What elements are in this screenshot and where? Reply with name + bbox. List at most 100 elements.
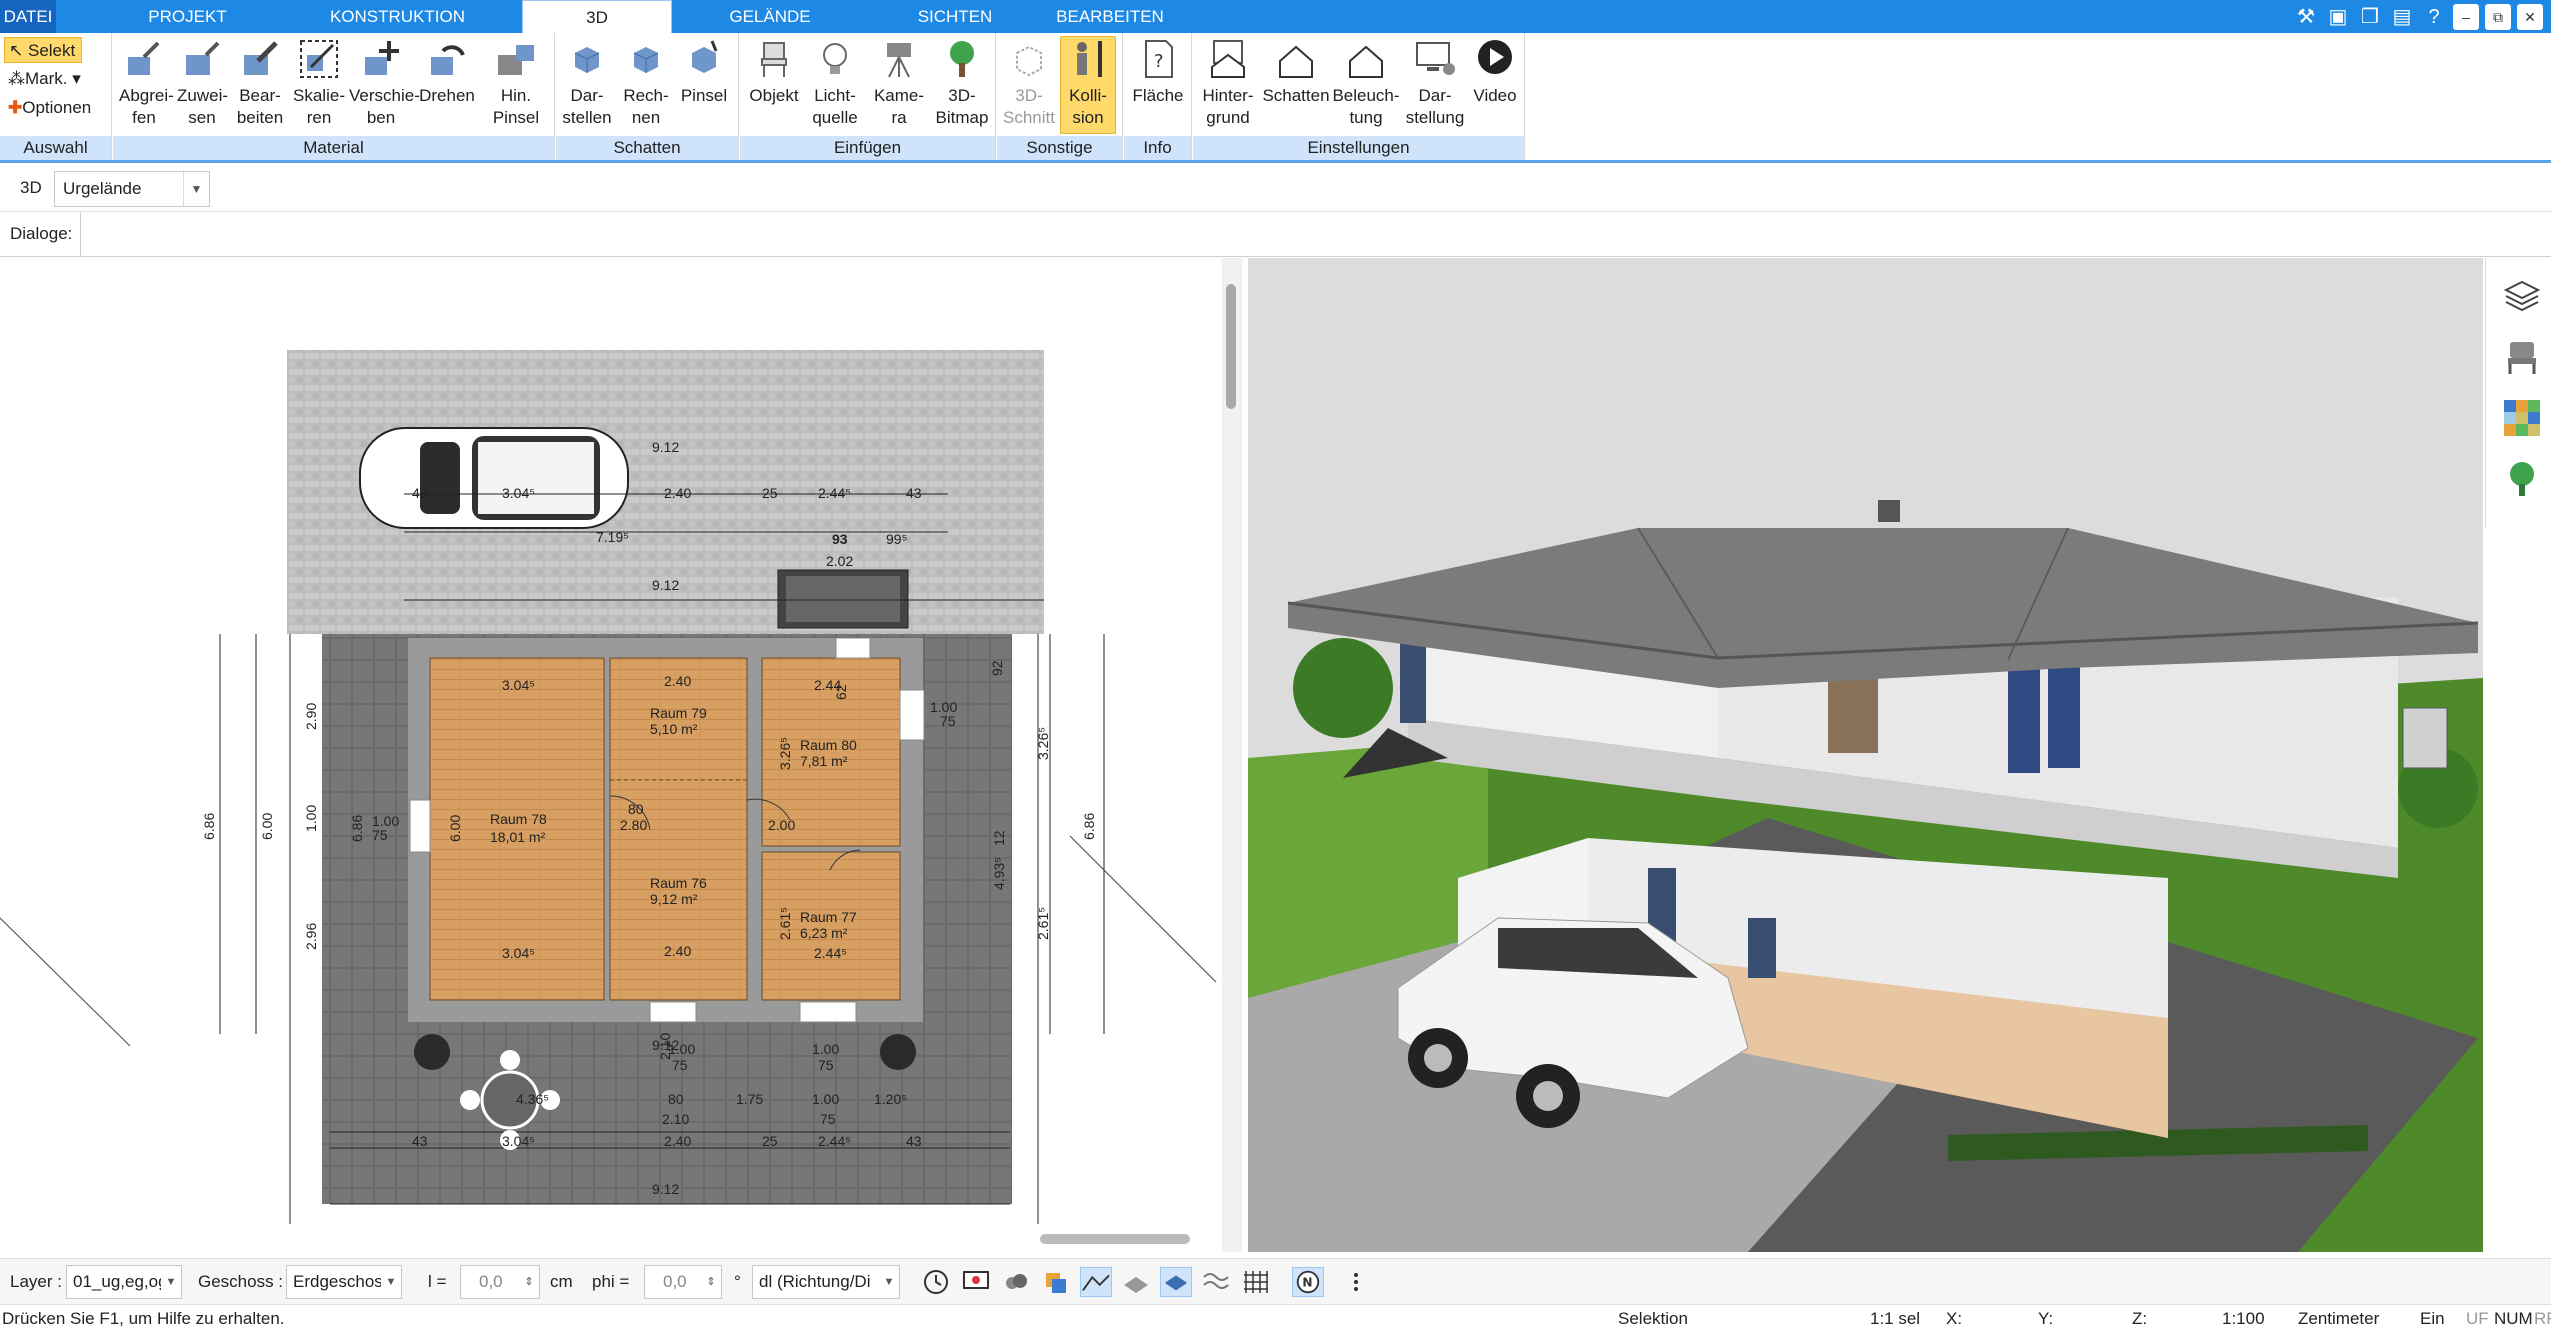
3d-render[interactable]: [1248, 258, 2483, 1252]
north-icon[interactable]: N: [1292, 1267, 1324, 1297]
dim-7195: 7.19⁵: [596, 529, 629, 545]
3d-bitmap-l2: Bitmap: [935, 108, 989, 127]
layers-icon[interactable]: [2502, 276, 2542, 316]
inner-200: 2.00: [768, 817, 795, 833]
dl-combo[interactable]: dl (Richtung/Di ▼: [752, 1265, 900, 1299]
waves-icon[interactable]: [1200, 1267, 1232, 1297]
objekt-button[interactable]: Objekt: [746, 37, 802, 107]
geschoss-combo[interactable]: Erdgeschoss ▼: [286, 1265, 402, 1299]
optionen-button[interactable]: ✚Optionen: [4, 95, 97, 121]
restore-button[interactable]: ⧉: [2485, 3, 2511, 30]
drehen-button[interactable]: Drehen: [419, 37, 475, 107]
tab-bearbeiten[interactable]: BEARBEITEN: [1050, 0, 1170, 33]
abgreifen-l2: fen: [132, 108, 156, 127]
zuweisen-l1: Zuwei-: [177, 86, 229, 105]
darstellung-l1: Dar-: [1418, 86, 1452, 105]
inner-12: 12: [991, 830, 1007, 846]
dim-2445: 2.44⁵: [818, 485, 851, 501]
close-button[interactable]: ✕: [2517, 3, 2543, 30]
mark-button[interactable]: ⁂Mark. ▾: [4, 66, 87, 92]
rotate-icon: [431, 45, 465, 75]
chevron-down-icon: ▼: [183, 172, 209, 206]
spinner-icon[interactable]: ⇕: [519, 1266, 539, 1298]
inner-75b: 75: [940, 713, 956, 729]
status-bar: Drücken Sie F1, um Hilfe zu erhalten. Se…: [0, 1304, 2551, 1331]
schatten-pinsel-button[interactable]: Pinsel: [678, 37, 730, 107]
einst-schatten-button[interactable]: Schatten: [1261, 37, 1331, 107]
lichtquelle-button[interactable]: Licht-quelle ▾: [806, 37, 864, 151]
flaeche-button[interactable]: ? Fläche: [1132, 37, 1184, 107]
materials-icon[interactable]: [2502, 398, 2542, 438]
window[interactable]: [649, 1001, 697, 1023]
l-input[interactable]: 0,0 ⇕: [460, 1265, 540, 1299]
selekt-button[interactable]: ↖ Selekt: [4, 37, 83, 63]
cube-calc-icon: [633, 47, 659, 73]
darstellung-button[interactable]: Dar-stellung: [1403, 37, 1467, 129]
horizontal-scrollbar[interactable]: [1040, 1234, 1190, 1244]
zuweisen-button[interactable]: Zuwei-sen: [177, 37, 229, 129]
terrain-combo[interactable]: Urgelände ▼: [54, 171, 210, 207]
monitor-icon[interactable]: [960, 1267, 992, 1297]
more-icon[interactable]: [1340, 1267, 1372, 1297]
color-layers-icon[interactable]: [1040, 1267, 1072, 1297]
corr-100b: 1.00: [812, 1041, 839, 1057]
spinner-icon[interactable]: ⇕: [701, 1266, 721, 1298]
skalieren-button[interactable]: Skalie-ren: [293, 37, 345, 129]
corr-75: 75: [672, 1057, 688, 1073]
texture-icon[interactable]: [1120, 1267, 1152, 1297]
minimize-button[interactable]: –: [2453, 3, 2479, 30]
tab-gelaende[interactable]: GELÄNDE: [720, 0, 820, 33]
status-x: X:: [1946, 1309, 1963, 1328]
3d-bitmap-button[interactable]: 3D- Bitmap: [934, 37, 990, 129]
vertical-scrollbar[interactable]: [1222, 258, 1242, 1252]
phi-input[interactable]: 0,0 ⇕: [644, 1265, 722, 1299]
help-icon[interactable]: ?: [2421, 4, 2447, 30]
beleuchtung-button[interactable]: Beleuch-tung: [1331, 37, 1401, 129]
video-button[interactable]: Video: [1469, 37, 1521, 107]
room77-bottom-dim: 2.44⁵: [814, 945, 847, 961]
group-label-einfuegen: Einfügen: [740, 136, 995, 160]
window[interactable]: [899, 689, 925, 741]
3d-schnitt-button[interactable]: 3D- Schnitt: [1001, 37, 1057, 129]
tree-panel-icon[interactable]: [2502, 458, 2542, 498]
plane-icon[interactable]: [1160, 1267, 1192, 1297]
hin-pinsel-button[interactable]: Hin. Pinsel: [491, 37, 541, 129]
hintergrund-button[interactable]: Hinter-grund: [1197, 37, 1259, 129]
layout-icon[interactable]: ▣: [2325, 4, 2351, 30]
copy-icon[interactable]: ❐: [2357, 4, 2383, 30]
floor-plan-canvas[interactable]: 9.12 2.40 25 2.44⁵ 43 43 3.04⁵ 7.19⁵ 93 …: [0, 258, 1222, 1252]
car-top-view[interactable]: [359, 427, 629, 529]
tab-3d[interactable]: 3D: [522, 0, 672, 33]
abgreifen-button[interactable]: Abgrei-fen: [119, 37, 174, 129]
kollision-button[interactable]: Kolli-sion: [1060, 36, 1116, 134]
phi-label: phi =: [592, 1272, 630, 1291]
tools-icon[interactable]: ⚒: [2293, 4, 2319, 30]
tab-projekt[interactable]: PROJEKT: [140, 0, 235, 33]
schatten-darstellen-button[interactable]: Dar-stellen: [562, 37, 612, 129]
tab-sichten[interactable]: SICHTEN: [900, 0, 1010, 33]
shadow-house-icon: [1279, 45, 1313, 78]
verschieben-button[interactable]: Verschie-ben: [349, 37, 420, 129]
cloud-icon[interactable]: [1000, 1267, 1032, 1297]
furniture-icon[interactable]: [2502, 336, 2542, 376]
door[interactable]: [835, 637, 871, 659]
schatten-rechnen-button[interactable]: Rech-nen: [621, 37, 671, 129]
tab-datei[interactable]: DATEI: [0, 0, 56, 33]
left-600: 6.00: [259, 813, 275, 840]
flaeche-l1: Fläche: [1132, 86, 1184, 105]
pinsel-l1: Pinsel: [680, 86, 728, 105]
clock-icon[interactable]: [920, 1267, 952, 1297]
window[interactable]: [799, 1001, 857, 1023]
window[interactable]: [409, 799, 431, 853]
floor-plan-view[interactable]: 9.12 2.40 25 2.44⁵ 43 43 3.04⁵ 7.19⁵ 93 …: [0, 258, 1222, 1252]
layer-combo[interactable]: 01_ug,eg,og ▼: [66, 1265, 182, 1299]
panel-icon[interactable]: ▤: [2389, 4, 2415, 30]
grid-icon[interactable]: [1240, 1267, 1272, 1297]
3d-view[interactable]: [1248, 258, 2483, 1252]
tab-konstruktion[interactable]: KONSTRUKTION: [320, 0, 475, 33]
kamera-l2: ra: [891, 108, 907, 127]
terrain-mode-icon[interactable]: [1080, 1267, 1112, 1297]
kamera-button[interactable]: Kame-ra: [870, 37, 928, 129]
bearbeiten-button[interactable]: Bear-beiten: [234, 37, 286, 129]
scroll-thumb[interactable]: [1226, 284, 1236, 409]
